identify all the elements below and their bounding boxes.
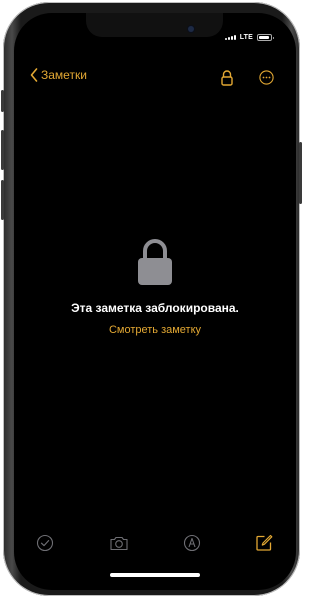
volume-down-button	[1, 180, 4, 220]
notch	[86, 13, 223, 37]
home-indicator[interactable]	[110, 573, 200, 577]
camera-icon[interactable]	[109, 534, 129, 552]
view-note-link[interactable]: Смотреть заметку	[14, 324, 296, 336]
markup-icon[interactable]	[183, 534, 201, 552]
network-label: LTE	[239, 34, 253, 41]
bottom-toolbar	[14, 534, 296, 554]
mute-switch	[1, 90, 4, 112]
locked-message: Эта заметка заблокирована.	[71, 301, 239, 315]
lock-icon[interactable]	[220, 70, 234, 86]
locked-padlock-icon	[138, 239, 172, 285]
front-camera	[188, 26, 194, 32]
phone-frame: LTE Заметки Эта заметка заблокирована. С…	[1, 2, 302, 596]
screen: LTE Заметки Эта заметка заблокирована. С…	[14, 13, 296, 590]
compose-icon[interactable]	[255, 534, 273, 552]
navigation-bar: Заметки	[14, 68, 296, 92]
battery-icon	[257, 34, 274, 41]
back-button[interactable]: Заметки	[30, 68, 87, 82]
more-icon[interactable]	[259, 70, 274, 85]
signal-icon	[224, 35, 236, 40]
checklist-icon[interactable]	[36, 534, 54, 552]
back-label: Заметки	[41, 68, 87, 82]
status-bar: LTE	[224, 34, 274, 41]
chevron-left-icon	[30, 68, 38, 82]
volume-up-button	[1, 130, 4, 170]
power-button	[299, 142, 302, 204]
